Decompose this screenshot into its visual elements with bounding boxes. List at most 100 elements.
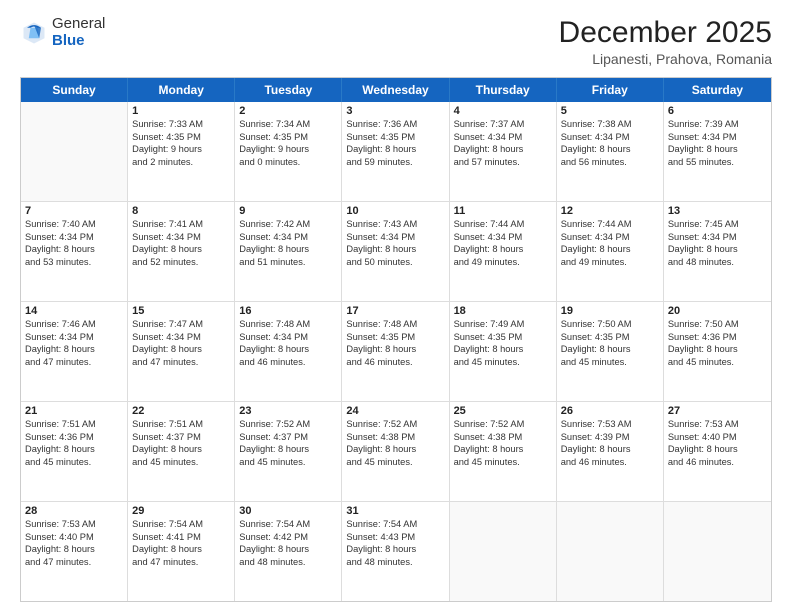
cell-line: Sunset: 4:37 PM (132, 431, 230, 444)
calendar-cell: 19Sunrise: 7:50 AMSunset: 4:35 PMDayligh… (557, 302, 664, 401)
day-number: 31 (346, 505, 444, 517)
cell-line: and 0 minutes. (239, 156, 337, 169)
calendar-cell (664, 502, 771, 601)
cell-line: Daylight: 8 hours (346, 143, 444, 156)
calendar-cell: 18Sunrise: 7:49 AMSunset: 4:35 PMDayligh… (450, 302, 557, 401)
cell-line: Sunset: 4:39 PM (561, 431, 659, 444)
cell-line: Sunset: 4:40 PM (668, 431, 767, 444)
cell-line: Daylight: 8 hours (454, 343, 552, 356)
cell-line: and 47 minutes. (132, 356, 230, 369)
cell-line: Sunrise: 7:44 AM (561, 218, 659, 231)
day-number: 23 (239, 405, 337, 417)
cell-line: and 48 minutes. (668, 256, 767, 269)
cell-line: Sunset: 4:35 PM (454, 331, 552, 344)
cell-line: Daylight: 8 hours (668, 443, 767, 456)
cell-line: Sunrise: 7:50 AM (561, 318, 659, 331)
cell-line: and 46 minutes. (561, 456, 659, 469)
day-number: 5 (561, 105, 659, 117)
day-number: 10 (346, 205, 444, 217)
cell-line: and 46 minutes. (239, 356, 337, 369)
logo-blue-text: Blue (52, 33, 105, 50)
day-number: 16 (239, 305, 337, 317)
cell-line: Sunset: 4:35 PM (561, 331, 659, 344)
cell-line: Sunrise: 7:52 AM (454, 418, 552, 431)
cell-line: and 53 minutes. (25, 256, 123, 269)
cell-line: and 45 minutes. (561, 356, 659, 369)
header-cell-sunday: Sunday (21, 78, 128, 102)
cell-line: Sunset: 4:34 PM (239, 231, 337, 244)
cell-line: Daylight: 8 hours (454, 243, 552, 256)
cell-line: and 47 minutes. (25, 356, 123, 369)
day-number: 21 (25, 405, 123, 417)
cell-line: and 45 minutes. (346, 456, 444, 469)
cell-line: and 48 minutes. (346, 556, 444, 569)
calendar-cell: 10Sunrise: 7:43 AMSunset: 4:34 PMDayligh… (342, 202, 449, 301)
cell-line: Daylight: 8 hours (239, 343, 337, 356)
title-block: December 2025 Lipanesti, Prahova, Romani… (559, 16, 772, 67)
day-number: 12 (561, 205, 659, 217)
page: General Blue December 2025 Lipanesti, Pr… (0, 0, 792, 612)
cell-line: Sunset: 4:34 PM (25, 331, 123, 344)
header-cell-wednesday: Wednesday (342, 78, 449, 102)
day-number: 7 (25, 205, 123, 217)
cell-line: Daylight: 8 hours (668, 243, 767, 256)
cell-line: Sunset: 4:34 PM (132, 231, 230, 244)
cell-line: Sunrise: 7:33 AM (132, 118, 230, 131)
logo-icon (20, 19, 48, 47)
calendar-row-4: 28Sunrise: 7:53 AMSunset: 4:40 PMDayligh… (21, 501, 771, 601)
day-number: 24 (346, 405, 444, 417)
cell-line: Sunrise: 7:37 AM (454, 118, 552, 131)
cell-line: and 47 minutes. (25, 556, 123, 569)
cell-line: Sunset: 4:34 PM (561, 131, 659, 144)
cell-line: Sunset: 4:35 PM (346, 331, 444, 344)
cell-line: Sunrise: 7:41 AM (132, 218, 230, 231)
cell-line: and 47 minutes. (132, 556, 230, 569)
calendar-row-1: 7Sunrise: 7:40 AMSunset: 4:34 PMDaylight… (21, 201, 771, 301)
cell-line: and 49 minutes. (561, 256, 659, 269)
cell-line: and 46 minutes. (668, 456, 767, 469)
cell-line: Sunrise: 7:40 AM (25, 218, 123, 231)
cell-line: Daylight: 8 hours (668, 143, 767, 156)
cell-line: Sunset: 4:34 PM (561, 231, 659, 244)
calendar-cell: 21Sunrise: 7:51 AMSunset: 4:36 PMDayligh… (21, 402, 128, 501)
cell-line: Sunset: 4:34 PM (239, 331, 337, 344)
cell-line: Sunrise: 7:54 AM (346, 518, 444, 531)
calendar-row-0: 1Sunrise: 7:33 AMSunset: 4:35 PMDaylight… (21, 102, 771, 201)
calendar-cell: 8Sunrise: 7:41 AMSunset: 4:34 PMDaylight… (128, 202, 235, 301)
calendar-cell: 29Sunrise: 7:54 AMSunset: 4:41 PMDayligh… (128, 502, 235, 601)
cell-line: Daylight: 8 hours (25, 443, 123, 456)
cell-line: Daylight: 8 hours (346, 343, 444, 356)
calendar-cell: 30Sunrise: 7:54 AMSunset: 4:42 PMDayligh… (235, 502, 342, 601)
calendar-cell (557, 502, 664, 601)
cell-line: Daylight: 9 hours (132, 143, 230, 156)
cell-line: and 49 minutes. (454, 256, 552, 269)
cell-line: Sunrise: 7:51 AM (132, 418, 230, 431)
calendar: SundayMondayTuesdayWednesdayThursdayFrid… (20, 77, 772, 602)
cell-line: and 45 minutes. (454, 456, 552, 469)
cell-line: Sunset: 4:35 PM (239, 131, 337, 144)
cell-line: Daylight: 8 hours (132, 343, 230, 356)
cell-line: Daylight: 8 hours (561, 243, 659, 256)
cell-line: Sunset: 4:43 PM (346, 531, 444, 544)
cell-line: Sunrise: 7:54 AM (239, 518, 337, 531)
calendar-header-row: SundayMondayTuesdayWednesdayThursdayFrid… (21, 78, 771, 102)
cell-line: Daylight: 8 hours (346, 243, 444, 256)
calendar-cell: 14Sunrise: 7:46 AMSunset: 4:34 PMDayligh… (21, 302, 128, 401)
cell-line: Sunset: 4:35 PM (346, 131, 444, 144)
cell-line: Daylight: 8 hours (668, 343, 767, 356)
cell-line: Daylight: 8 hours (561, 143, 659, 156)
header-cell-monday: Monday (128, 78, 235, 102)
calendar-cell: 7Sunrise: 7:40 AMSunset: 4:34 PMDaylight… (21, 202, 128, 301)
calendar-cell: 2Sunrise: 7:34 AMSunset: 4:35 PMDaylight… (235, 102, 342, 201)
day-number: 13 (668, 205, 767, 217)
cell-line: Sunrise: 7:46 AM (25, 318, 123, 331)
cell-line: Sunrise: 7:43 AM (346, 218, 444, 231)
calendar-row-3: 21Sunrise: 7:51 AMSunset: 4:36 PMDayligh… (21, 401, 771, 501)
cell-line: Daylight: 9 hours (239, 143, 337, 156)
cell-line: Sunset: 4:34 PM (132, 331, 230, 344)
cell-line: Sunrise: 7:51 AM (25, 418, 123, 431)
cell-line: Sunset: 4:42 PM (239, 531, 337, 544)
cell-line: Sunset: 4:34 PM (346, 231, 444, 244)
calendar-body: 1Sunrise: 7:33 AMSunset: 4:35 PMDaylight… (21, 102, 771, 601)
calendar-cell: 13Sunrise: 7:45 AMSunset: 4:34 PMDayligh… (664, 202, 771, 301)
